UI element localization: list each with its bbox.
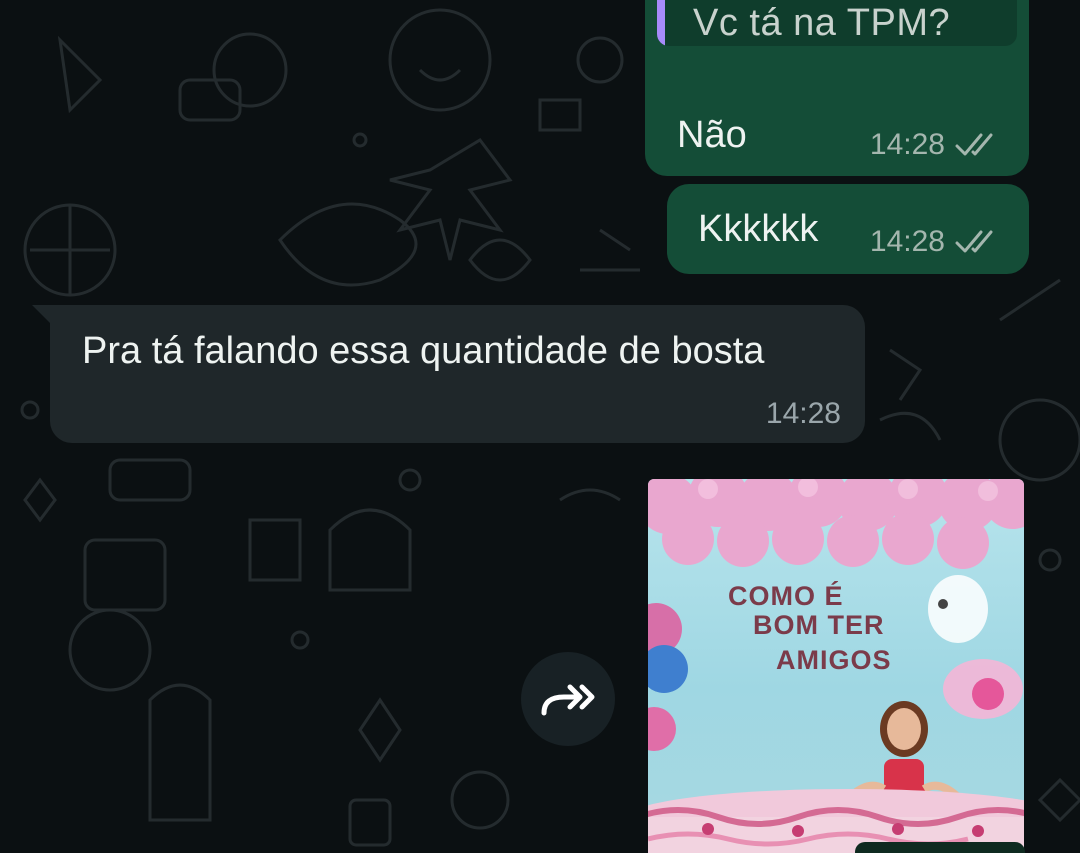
- incoming-message[interactable]: Pra tá falando essa quantidade de bosta …: [50, 305, 865, 443]
- double-check-icon: [955, 133, 993, 156]
- message-meta: 14:28: [870, 128, 1001, 162]
- sign-line-2: BOM TER: [753, 610, 885, 640]
- message-text: Pra tá falando essa quantidade de bosta: [82, 330, 765, 372]
- message-text: Não: [677, 114, 747, 156]
- message-time: 14:28: [765, 397, 841, 430]
- quoted-message[interactable]: Vc tá na TPM?: [657, 0, 1017, 46]
- outgoing-message-reply[interactable]: Vc tá na TPM? Não 14:28: [645, 0, 1029, 176]
- message-text: Kkkkkk: [698, 208, 819, 250]
- sign-line-1: COMO É: [728, 581, 844, 611]
- message-meta: 14:28: [766, 397, 841, 431]
- image-message[interactable]: COMO É BOM TER AMIGOS: [648, 479, 1024, 853]
- message-time: 14:28: [869, 225, 945, 258]
- message-time: 14:28: [869, 128, 945, 161]
- chat-view: Vc tá na TPM? Não 14:28 Kkkkkk 14:28 Pra…: [0, 0, 1080, 853]
- double-check-icon: [955, 230, 993, 253]
- message-meta: 14:28: [870, 225, 1001, 259]
- forward-double-arrow-icon: [541, 684, 595, 716]
- forward-button[interactable]: [521, 652, 615, 746]
- outgoing-message[interactable]: Kkkkkk 14:28: [667, 184, 1029, 274]
- quoted-message-text: Vc tá na TPM?: [693, 2, 951, 44]
- image-status-badge: [855, 842, 1025, 853]
- sign-line-3: AMIGOS: [776, 645, 892, 675]
- quote-accent-bar: [657, 0, 665, 46]
